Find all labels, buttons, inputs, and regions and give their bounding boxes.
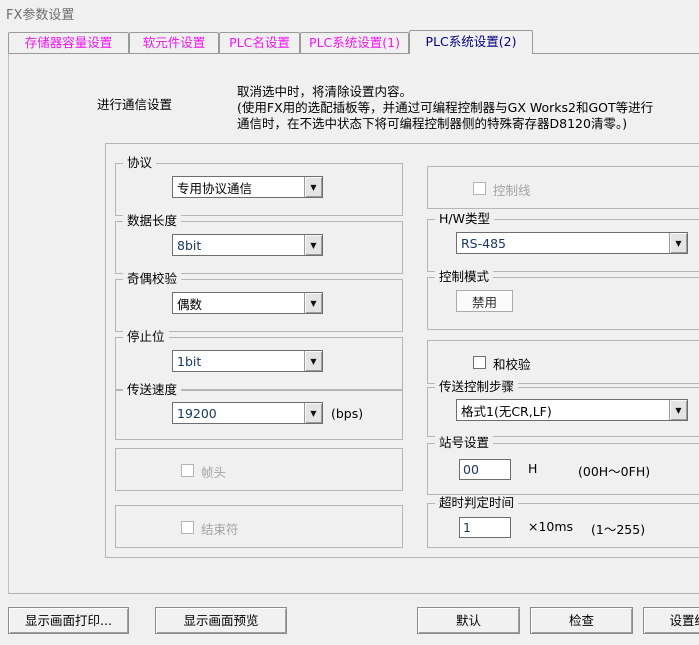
- data-length-value: 8bit: [173, 238, 304, 253]
- timeout-group-label: 超时判定时间: [435, 495, 518, 511]
- dropdown-arrow-icon[interactable]: ▼: [669, 233, 687, 253]
- parity-dropdown[interactable]: 偶数 ▼: [172, 292, 323, 314]
- hw-type-group-label: H/W类型: [435, 211, 494, 227]
- hw-type-value: RS-485: [457, 236, 669, 251]
- header-label: 帧头: [201, 462, 226, 481]
- tab-plc-name[interactable]: PLC名设置: [219, 32, 300, 53]
- tab-plc-system-2[interactable]: PLC系统设置(2): [409, 30, 533, 54]
- dropdown-arrow-icon[interactable]: ▼: [304, 403, 322, 423]
- protocol-group-label: 协议: [123, 155, 156, 171]
- terminator-checkbox: [181, 521, 194, 534]
- communication-setting-label: 进行通信设置: [97, 94, 172, 113]
- parity-group: 奇偶校验 偶数 ▼: [115, 279, 403, 332]
- parity-group-label: 奇偶校验: [123, 271, 181, 287]
- dropdown-arrow-icon[interactable]: ▼: [669, 400, 687, 420]
- baud-rate-group-label: 传送速度: [123, 382, 181, 398]
- tab-bar: 存储器容量设置 软元件设置 PLC名设置 PLC系统设置(1) PLC系统设置(…: [8, 30, 533, 53]
- stop-bit-value: 1bit: [173, 354, 304, 369]
- ctrl-procedure-group: 传送控制步骤 格式1(无CR,LF) ▼: [427, 387, 699, 437]
- baud-rate-unit: (bps): [331, 406, 363, 421]
- baud-rate-value: 19200: [173, 406, 304, 421]
- baud-rate-dropdown[interactable]: 19200 ▼: [172, 402, 323, 424]
- dropdown-arrow-icon[interactable]: ▼: [304, 235, 322, 255]
- ctrl-procedure-dropdown[interactable]: 格式1(无CR,LF) ▼: [456, 399, 688, 421]
- control-mode-value: 禁用: [456, 290, 513, 312]
- control-line-label: 控制线: [493, 180, 531, 199]
- sum-check-checkbox[interactable]: [473, 356, 486, 369]
- fx-parameter-dialog: FX参数设置 存储器容量设置 软元件设置 PLC名设置 PLC系统设置(1) P…: [0, 0, 699, 645]
- stop-bit-dropdown[interactable]: 1bit ▼: [172, 350, 323, 372]
- station-no-group: 站号设置 H (00H～0FH): [427, 443, 699, 495]
- control-mode-group: 控制模式 禁用: [427, 277, 699, 330]
- station-no-input[interactable]: [459, 459, 511, 480]
- timeout-range: (1～255): [591, 519, 645, 538]
- timeout-unit: ×10ms: [528, 519, 573, 534]
- protocol-value: 专用协议通信: [173, 178, 304, 197]
- station-no-group-label: 站号设置: [435, 435, 493, 451]
- setting-end-button[interactable]: 设置结束: [643, 607, 699, 634]
- terminator-label: 结束符: [201, 519, 239, 538]
- protocol-dropdown[interactable]: 专用协议通信 ▼: [172, 176, 323, 198]
- note-line-2: (使用FX用的选配插板等，并通过可编程控制器与GX Works2和GOT等进行: [237, 100, 653, 116]
- hw-type-group: H/W类型 RS-485 ▼: [427, 219, 699, 272]
- baud-rate-group: 传送速度 19200 ▼ (bps): [115, 390, 403, 440]
- header-checkbox: [181, 464, 194, 477]
- note-line-3: 通信时，在不选中状态下将可编程控制器侧的特殊寄存器D8120清零。): [237, 116, 653, 132]
- sum-check-label: 和校验: [493, 354, 531, 373]
- dropdown-arrow-icon[interactable]: ▼: [304, 177, 322, 197]
- control-line-group: 控制线: [427, 166, 699, 209]
- protocol-group: 协议 专用协议通信 ▼: [115, 163, 403, 216]
- check-button[interactable]: 检查: [530, 607, 633, 634]
- parity-value: 偶数: [173, 294, 304, 313]
- ctrl-procedure-group-label: 传送控制步骤: [435, 379, 518, 395]
- hw-type-dropdown[interactable]: RS-485 ▼: [456, 232, 688, 254]
- tab-memory-capacity[interactable]: 存储器容量设置: [8, 32, 129, 53]
- note-text: 取消选中时，将清除设置内容。 (使用FX用的选配插板等，并通过可编程控制器与GX…: [237, 84, 653, 132]
- dropdown-arrow-icon[interactable]: ▼: [304, 293, 322, 313]
- window-title: FX参数设置: [6, 4, 74, 23]
- tab-device-setting[interactable]: 软元件设置: [129, 32, 219, 53]
- default-button[interactable]: 默认: [417, 607, 520, 634]
- tab-plc-system-1[interactable]: PLC系统设置(1): [300, 32, 409, 53]
- timeout-input[interactable]: [459, 517, 511, 538]
- control-line-checkbox: [473, 182, 486, 195]
- sum-check-group: 和校验: [427, 340, 699, 384]
- data-length-group: 数据长度 8bit ▼: [115, 221, 403, 274]
- header-group: 帧头: [115, 448, 403, 491]
- ctrl-procedure-value: 格式1(无CR,LF): [457, 401, 669, 420]
- data-length-dropdown[interactable]: 8bit ▼: [172, 234, 323, 256]
- screen-preview-button[interactable]: 显示画面预览: [155, 607, 287, 634]
- data-length-group-label: 数据长度: [123, 213, 181, 229]
- station-no-range: (00H～0FH): [578, 461, 650, 480]
- note-line-1: 取消选中时，将清除设置内容。: [237, 84, 653, 100]
- terminator-group: 结束符: [115, 505, 403, 548]
- timeout-group: 超时判定时间 ×10ms (1～255): [427, 503, 699, 548]
- stop-bit-group-label: 停止位: [123, 329, 169, 345]
- station-no-unit: H: [528, 461, 537, 476]
- screen-print-button[interactable]: 显示画面打印...: [8, 607, 129, 634]
- dropdown-arrow-icon[interactable]: ▼: [304, 351, 322, 371]
- control-mode-group-label: 控制模式: [435, 269, 493, 285]
